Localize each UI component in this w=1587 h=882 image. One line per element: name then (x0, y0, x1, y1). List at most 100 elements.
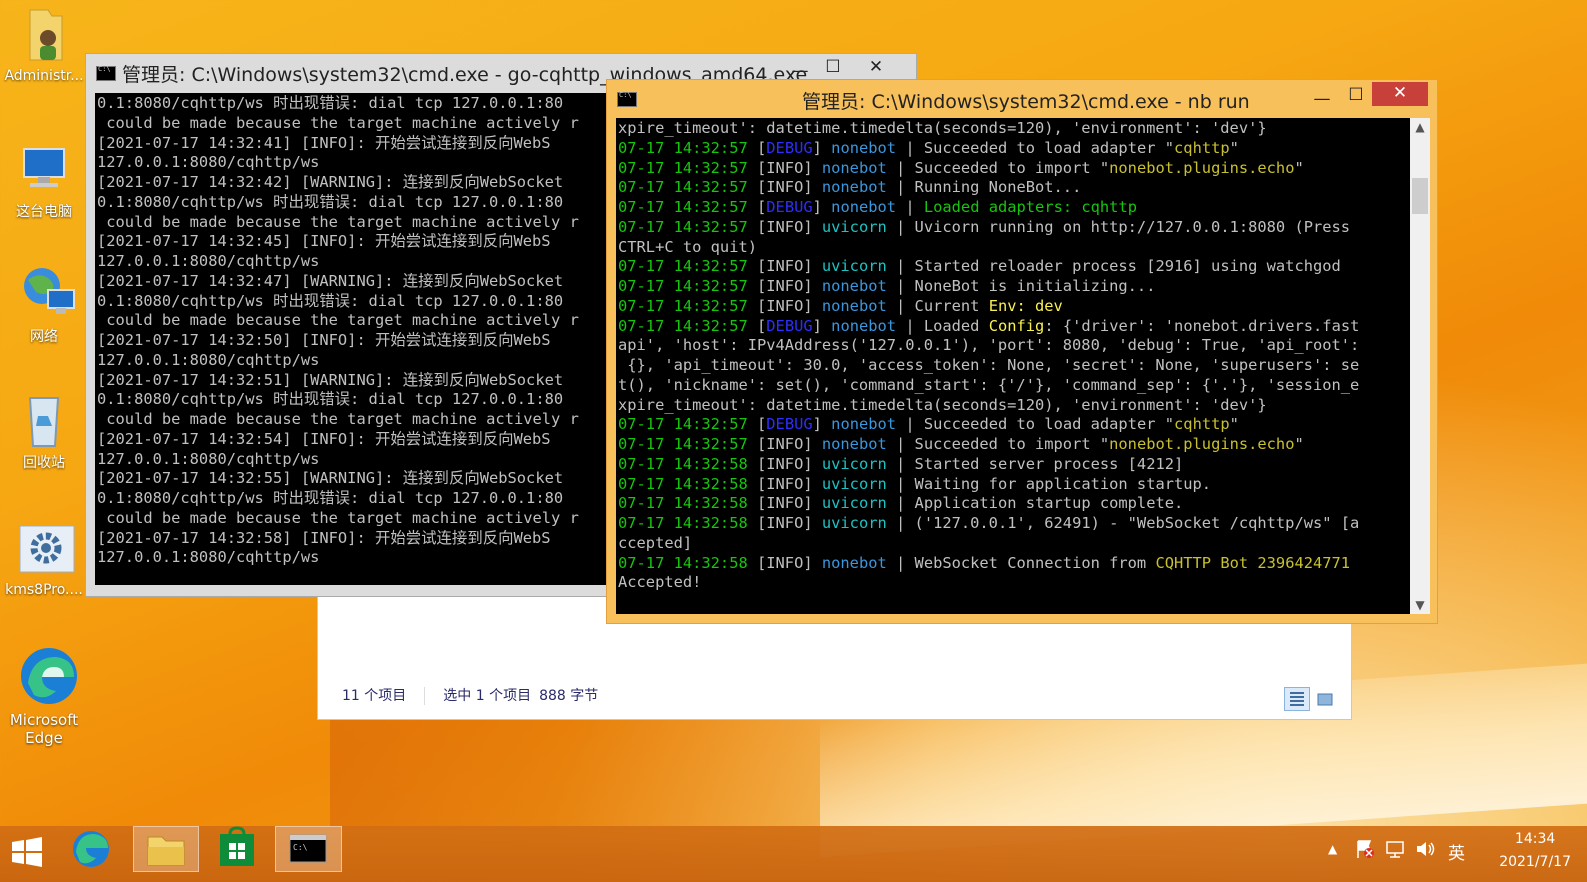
console-segment: " (1229, 415, 1239, 434)
action-center-flag-icon[interactable] (1354, 838, 1376, 864)
console-segment: {}, 'api_timeout': 30.0, 'access_token':… (618, 356, 1360, 374)
desktop-icon-kms8pro[interactable]: kms8Pro.... (1, 524, 87, 598)
taskbar-clock[interactable]: 14:34 2021/7/17 (1499, 829, 1571, 872)
cmd-icon (96, 65, 116, 81)
network-icon[interactable] (1384, 838, 1408, 864)
console-line: 07-17 14:32:57 [DEBUG] nonebot | Succeed… (618, 139, 1410, 159)
cmd-window-nb-run[interactable]: 管理员: C:\Windows\system32\cmd.exe - nb ru… (606, 79, 1438, 624)
console-segment: nonebot (821, 553, 887, 572)
console-segment: | Succeeded to load adapter " (896, 138, 1175, 157)
console-line: 07-17 14:32:58 [INFO] uvicorn | ('127.0.… (618, 514, 1410, 534)
console-segment: cqhttp (1174, 138, 1230, 157)
taskbar-cmd-button[interactable]: C:\ (275, 826, 342, 872)
console-segment: [INFO] (757, 553, 822, 572)
desktop-icon-label-line2: Edge (25, 729, 63, 747)
console-segment: | Succeeded to load adapter " (896, 415, 1175, 434)
close-button[interactable]: ✕ (851, 56, 901, 80)
console-segment: | ('127.0.0.1', 62491) - "WebSocket /cqh… (886, 514, 1360, 532)
large-icons-view-button[interactable] (1314, 689, 1336, 711)
console-segment: xpire_timeout': datetime.timedelta(secon… (618, 119, 1267, 137)
console-segment: 07-17 14:32:58 (618, 514, 757, 532)
show-hidden-icons-chevron-icon[interactable]: ▲ (1328, 842, 1337, 856)
details-view-button[interactable] (1284, 687, 1310, 711)
console-segment: DEBUG (766, 138, 813, 157)
console-line: could be made because the target machine… (97, 212, 579, 231)
scroll-down-arrow-icon[interactable]: ▼ (1410, 598, 1430, 612)
console-line: 07-17 14:32:57 [INFO] nonebot | Running … (618, 178, 1410, 198)
console-output[interactable]: 0.1:8080/cqhttp/ws 时出现错误: dial tcp 127.0… (95, 93, 610, 585)
console-segment: 07-17 14:32:57 (618, 415, 757, 434)
console-line: {}, 'api_timeout': 30.0, 'access_token':… (618, 356, 1410, 376)
maximize-button[interactable]: ☐ (819, 56, 847, 80)
console-segment: nonebot (821, 296, 887, 315)
window-title: 管理员: C:\Windows\system32\cmd.exe - nb ru… (802, 91, 1250, 113)
taskbar-store-button[interactable] (212, 826, 264, 872)
desktop-icon-label-line1: Microsoft (9, 711, 79, 729)
status-selected-size: 888 字节 (539, 688, 599, 704)
svg-text:C:\: C:\ (293, 843, 308, 852)
console-line: [2021-07-17 14:32:51] [WARNING]: 连接到反向We… (97, 370, 564, 389)
explorer-status-bar: 11 个项目 选中 1 个项目 888 字节 (318, 679, 1351, 719)
desktop-icon-network[interactable]: 网络 (1, 262, 87, 346)
user-folder-icon (18, 6, 70, 61)
console-segment: ] (812, 138, 832, 157)
console-segment: [ (757, 415, 767, 434)
console-segment: ] (812, 198, 832, 216)
maximize-button[interactable]: ☐ (1342, 84, 1370, 108)
console-segment: 07-17 14:32:58 (618, 454, 757, 473)
scrollbar-thumb[interactable] (1412, 178, 1428, 214)
console-segment: | Uvicorn running on http://127.0.0.1:80… (886, 217, 1351, 236)
computer-icon (18, 145, 70, 197)
desktop-icon-label: 网络 (30, 329, 58, 345)
windows-logo-icon (12, 837, 42, 867)
console-segment: | Succeeded to import " (886, 435, 1110, 453)
console-segment: [INFO] (757, 296, 822, 315)
status-item-count: 11 个项目 (342, 688, 407, 704)
desktop-icon-edge[interactable]: Microsoft Edge (1, 645, 87, 747)
console-segment: [ (757, 198, 767, 216)
console-line: 07-17 14:32:57 [DEBUG] nonebot | Loaded … (618, 317, 1410, 337)
console-segment: | WebSocket Connection from (886, 553, 1156, 572)
folder-icon (147, 836, 185, 866)
console-segment: nonebot.plugins.echo (1109, 435, 1295, 453)
console-segment: nonebot (821, 435, 887, 453)
console-line: xpire_timeout': datetime.timedelta(secon… (618, 396, 1410, 416)
console-line: 07-17 14:32:57 [DEBUG] nonebot | Loaded … (618, 198, 1410, 218)
window-titlebar[interactable]: 管理员: C:\Windows\system32\cmd.exe - nb ru… (607, 80, 1437, 116)
scroll-up-arrow-icon[interactable]: ▲ (1410, 120, 1430, 134)
clock-time: 14:34 (1514, 831, 1556, 847)
console-line: 07-17 14:32:58 [INFO] nonebot | WebSocke… (618, 554, 1410, 574)
taskbar-edge-button[interactable] (66, 826, 120, 872)
console-segment: | Running NoneBot... (886, 178, 1082, 197)
console-segment: 07-17 14:32:58 (618, 494, 757, 513)
start-button[interactable] (6, 832, 50, 878)
console-line: 07-17 14:32:57 [DEBUG] nonebot | Succeed… (618, 415, 1410, 435)
desktop-icon-this-pc[interactable]: 这台电脑 (1, 145, 87, 221)
console-line: 0.1:8080/cqhttp/ws 时出现错误: dial tcp 127.0… (97, 390, 564, 409)
vertical-scrollbar[interactable]: ▲ ▼ (1410, 118, 1430, 614)
close-button[interactable]: ✕ (1372, 82, 1428, 106)
console-line: 07-17 14:32:58 [INFO] uvicorn | Started … (618, 455, 1410, 475)
console-segment: | Current (886, 296, 989, 315)
console-segment: [INFO] (757, 474, 822, 493)
console-line: 07-17 14:32:57 [INFO] nonebot | Succeede… (618, 435, 1410, 455)
console-segment: CQHTTP Bot 2396424771 (1155, 553, 1351, 572)
console-output[interactable]: xpire_timeout': datetime.timedelta(secon… (616, 118, 1410, 614)
console-segment: uvicorn (821, 514, 887, 532)
console-segment: [INFO] (757, 494, 822, 513)
recycle-bin-icon (18, 392, 70, 447)
ime-language-indicator[interactable]: 英 (1448, 839, 1465, 864)
store-bag-icon (220, 826, 254, 866)
details-view-icon (1290, 692, 1304, 706)
console-segment: uvicorn (821, 217, 887, 236)
desktop-icon-recycle-bin[interactable]: 回收站 (1, 392, 87, 472)
console-segment: nonebot (821, 178, 887, 197)
taskbar-file-explorer-button[interactable] (133, 826, 199, 872)
console-segment: uvicorn (821, 257, 887, 276)
console-segment: 07-17 14:32:58 (618, 553, 757, 572)
volume-icon[interactable] (1414, 838, 1438, 864)
console-segment: [ (757, 138, 767, 157)
desktop-icon-admin-folder[interactable]: Administr... (1, 6, 87, 84)
console-segment: nonebot (821, 158, 887, 177)
minimize-button[interactable]: — (1307, 88, 1337, 112)
